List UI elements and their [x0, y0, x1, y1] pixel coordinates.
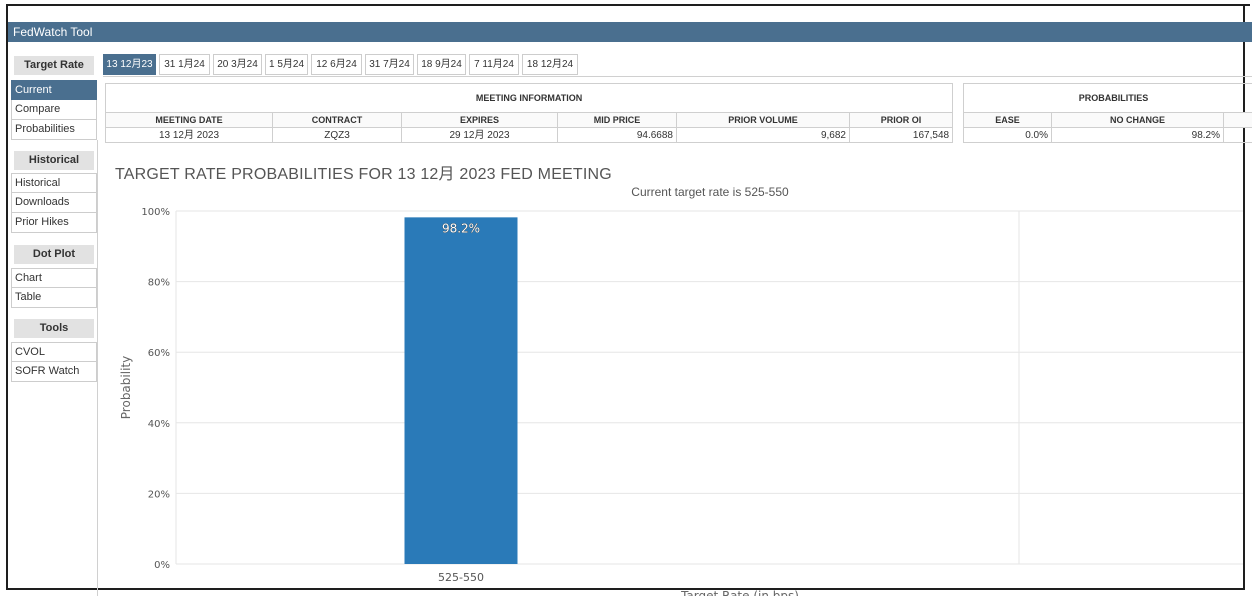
mid-price-cell: 94.6688: [557, 127, 677, 143]
tab-meeting-3[interactable]: 1 5月24: [265, 54, 308, 75]
sidebar-divider: [97, 140, 98, 596]
sidebar-item-chart[interactable]: Chart: [11, 268, 97, 288]
table-row: 13 12月 2023 ZQZ3 29 12月 2023 94.6688 9,6…: [105, 127, 954, 143]
probability-bar-chart: 0% 20% 40% 60% 80% 100% Probability 98.2% 525-55…: [119, 207, 1243, 596]
tab-meeting-7[interactable]: 7 11月24: [469, 54, 519, 75]
tab-meeting-4[interactable]: 12 6月24: [311, 54, 362, 75]
column-header: NO CHANGE: [1051, 112, 1224, 128]
probabilities-table: PROBABILITIES EASE NO CHANGE 0.0% 98.2%: [962, 83, 1252, 143]
column-header: EASE: [963, 112, 1052, 128]
tab-underline: [103, 76, 1252, 77]
ease-cell: 0.0%: [963, 127, 1052, 143]
sidebar-item-prior-hikes[interactable]: Prior Hikes: [11, 213, 97, 233]
window-frame-left: [6, 4, 8, 590]
table-row: 0.0% 98.2%: [963, 127, 1252, 143]
tab-meeting-2[interactable]: 20 3月24: [213, 54, 262, 75]
no-change-cell: 98.2%: [1051, 127, 1224, 143]
sidebar-item-compare[interactable]: Compare: [11, 100, 97, 120]
meeting-info-title: MEETING INFORMATION: [104, 83, 954, 113]
sidebar-heading-dot-plot: Dot Plot: [14, 245, 94, 264]
y-tick-label: 40%: [148, 419, 170, 430]
sidebar-item-historical[interactable]: Historical: [11, 173, 97, 193]
tab-meeting-1[interactable]: 31 1月24: [159, 54, 210, 75]
y-tick-label: 60%: [148, 348, 170, 359]
y-axis-label: Probability: [119, 356, 133, 419]
tab-meeting-8[interactable]: 18 12月24: [522, 54, 578, 75]
column-header: EXPIRES: [401, 112, 558, 128]
y-tick-label: 100%: [141, 207, 170, 218]
expires-cell: 29 12月 2023: [401, 127, 558, 143]
bar-data-label: 98.2%: [442, 221, 480, 235]
contract-cell: ZQZ3: [272, 127, 402, 143]
app-title-bar: FedWatch Tool: [8, 22, 1252, 42]
column-header: [1222, 112, 1252, 128]
meeting-date-cell: 13 12月 2023: [105, 127, 273, 143]
sidebar-item-current[interactable]: Current: [11, 80, 97, 100]
column-header: PRIOR VOLUME: [676, 112, 850, 128]
column-header: PRIOR OI: [848, 112, 954, 128]
sidebar-item-sofr-watch[interactable]: SOFR Watch: [11, 362, 97, 382]
probabilities-title: PROBABILITIES: [962, 83, 1252, 113]
meeting-info-table: MEETING INFORMATION MEETING DATE CONTRAC…: [104, 83, 954, 143]
sidebar-heading-historical: Historical: [14, 151, 94, 170]
tab-meeting-5[interactable]: 31 7月24: [365, 54, 414, 75]
y-tick-label: 20%: [148, 489, 170, 500]
x-tick-label: 525-550: [438, 571, 484, 584]
chart-subtitle: Current target rate is 525-550: [631, 185, 789, 199]
prior-oi-cell: 167,548: [848, 127, 954, 143]
sidebar-heading-tools: Tools: [14, 319, 94, 338]
column-header: CONTRACT: [272, 112, 402, 128]
chart-title: TARGET RATE PROBABILITIES FOR 13 12月 202…: [115, 166, 612, 183]
empty-cell: [1222, 127, 1252, 143]
column-header: MEETING DATE: [105, 112, 273, 128]
tab-meeting-0[interactable]: 13 12月23: [103, 54, 156, 75]
sidebar-item-cvol[interactable]: CVOL: [11, 342, 97, 362]
sidebar-heading-target-rate: Target Rate: [14, 56, 94, 75]
column-header: MID PRICE: [557, 112, 677, 128]
app-title: FedWatch Tool: [13, 25, 93, 39]
window-frame-top: [6, 4, 1250, 6]
bar: [404, 217, 518, 564]
sidebar-item-probabilities[interactable]: Probabilities: [11, 120, 97, 140]
x-axis-label: Target Rate (in bps): [680, 589, 799, 596]
y-tick-label: 80%: [148, 278, 170, 289]
sidebar-item-table[interactable]: Table: [11, 288, 97, 308]
sidebar-item-downloads[interactable]: Downloads: [11, 193, 97, 213]
y-tick-label: 0%: [154, 560, 170, 571]
prior-volume-cell: 9,682: [676, 127, 850, 143]
tab-meeting-6[interactable]: 18 9月24: [417, 54, 466, 75]
